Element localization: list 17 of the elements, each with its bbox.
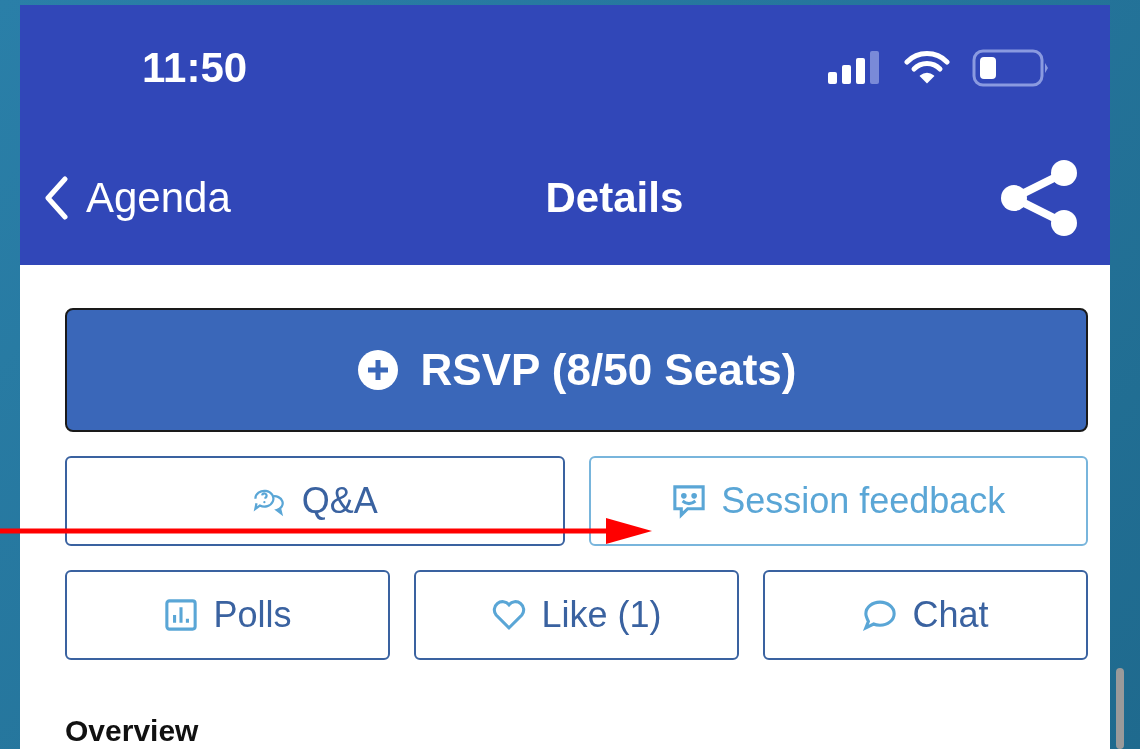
back-button[interactable]: Agenda bbox=[44, 173, 231, 222]
chat-button[interactable]: Chat bbox=[763, 570, 1088, 660]
like-button[interactable]: Like (1) bbox=[414, 570, 739, 660]
bar-chart-icon bbox=[163, 597, 200, 633]
screen-title: Details bbox=[545, 173, 684, 222]
smiley-bubble-icon bbox=[671, 483, 708, 519]
plus-circle-icon bbox=[356, 349, 399, 391]
battery-icon bbox=[972, 48, 1050, 87]
polls-button[interactable]: Polls bbox=[65, 570, 390, 660]
wifi-icon bbox=[904, 50, 950, 85]
status-time: 11:50 bbox=[142, 43, 248, 92]
qa-button[interactable]: Q&A bbox=[65, 456, 565, 546]
chevron-left-icon bbox=[44, 175, 68, 220]
heart-icon bbox=[491, 597, 528, 633]
section-heading: Overview bbox=[65, 714, 200, 748]
signal-icon bbox=[828, 49, 882, 86]
rsvp-button[interactable]: RSVP (8/50 Seats) bbox=[65, 308, 1088, 432]
